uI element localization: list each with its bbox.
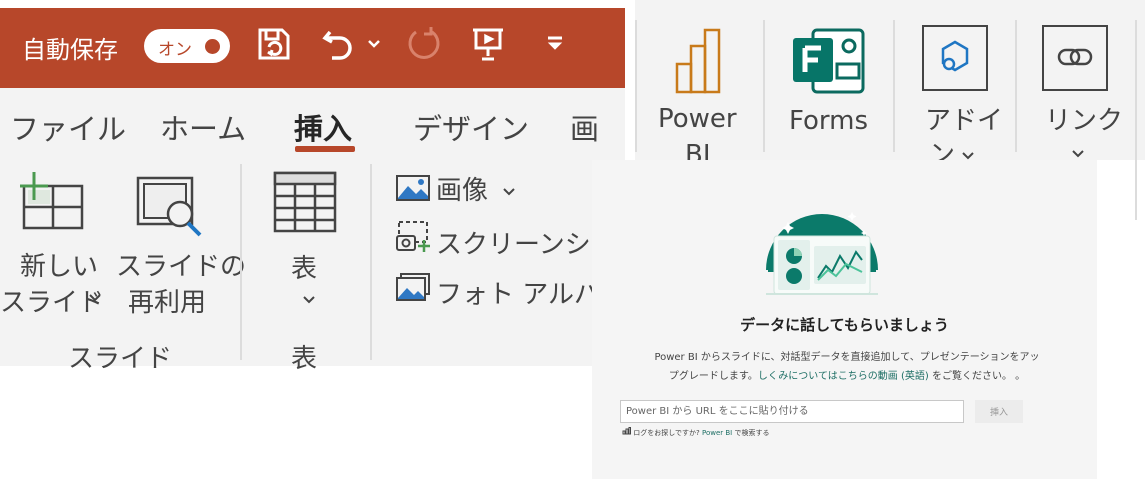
redo-icon [402, 24, 446, 64]
description-text: プグレードします。 [668, 371, 758, 382]
group-separator [763, 20, 765, 152]
customize-toolbar-icon[interactable] [542, 24, 568, 64]
group-separator [240, 164, 242, 360]
slides-group-label: スライド [68, 344, 173, 374]
save-icon[interactable] [252, 24, 296, 64]
group-separator [1135, 20, 1137, 220]
reuse-slides-label-1[interactable]: スライドの [116, 246, 246, 283]
search-hint: ログをお探しですか? Power BI で検索する [622, 427, 769, 438]
panel-gap [625, 0, 635, 160]
power-bi-url-input[interactable] [620, 400, 964, 423]
undo-dropdown-chevron-icon[interactable] [364, 24, 384, 64]
tab-file[interactable]: ファイル [10, 106, 126, 148]
power-bi-label-1[interactable]: Power [658, 104, 737, 134]
search-hint-text: ログをお探しですか? [633, 429, 700, 437]
new-slide-chevron-icon[interactable] [88, 288, 102, 307]
link-label[interactable]: リンク [1045, 100, 1123, 137]
reuse-slides-icon[interactable] [134, 174, 206, 240]
ribbon-body: 新しい スライド スライドの 再利用 スライド 表 表 画像 スクリーンショット… [0, 158, 669, 374]
tab-design[interactable]: デザイン [413, 106, 529, 148]
dialog-description: Power BI からスライドに、対話型データを直接追加して、プレゼンテーション… [622, 348, 1072, 386]
table-icon[interactable] [272, 170, 338, 234]
group-separator [893, 20, 895, 152]
image-chevron-icon[interactable] [502, 182, 516, 201]
table-chevron-icon[interactable] [302, 290, 316, 309]
power-bi-search-link[interactable]: Power BI [700, 429, 732, 437]
description-text-end: をご覧ください。 。 [928, 371, 1026, 382]
active-tab-indicator [295, 146, 355, 152]
new-slide-label-1[interactable]: 新しい [20, 246, 98, 283]
forms-label[interactable]: Forms [789, 106, 868, 136]
image-label[interactable]: 画像 [436, 170, 488, 207]
ribbon-tabs: ファイル ホーム 挿入 デザイン 画面 [0, 88, 625, 188]
search-hint-text-end: で検索する [732, 429, 770, 437]
forms-icon[interactable] [791, 28, 865, 98]
ribbon-right-panel: Power BI Forms アドイ ン リンク [625, 0, 1145, 220]
dialog-title: データに話してもらいましょう [740, 316, 949, 334]
undo-icon[interactable] [318, 24, 358, 64]
screenshot-icon[interactable] [395, 220, 431, 258]
toggle-knob [205, 39, 220, 54]
autosave-label: 自動保存 [22, 36, 118, 64]
video-link[interactable]: しくみについてはこちらの動画 (英語) [758, 371, 929, 382]
reuse-slides-label-2[interactable]: 再利用 [128, 282, 206, 319]
group-separator [370, 164, 372, 360]
toggle-state-label: オン [158, 40, 192, 60]
window-edge [0, 0, 640, 8]
search-hint-icon [622, 427, 633, 437]
description-line-1: Power BI からスライドに、対話型データを直接追加して、プレゼンテーション… [654, 352, 1040, 363]
power-bi-icon[interactable] [673, 28, 727, 98]
table-group-label: 表 [291, 344, 318, 374]
link-icon[interactable] [1041, 24, 1109, 96]
present-from-start-icon[interactable] [466, 24, 510, 64]
power-bi-dialog: データに話してもらいましょう Power BI からスライドに、対話型データを直… [592, 160, 1097, 479]
new-slide-icon[interactable] [16, 170, 88, 234]
tab-insert[interactable]: 挿入 [294, 106, 352, 148]
tab-home[interactable]: ホーム [160, 106, 246, 148]
add-ins-icon[interactable] [921, 24, 989, 96]
group-separator [635, 20, 637, 152]
autosave-toggle[interactable]: オン [144, 29, 230, 63]
insert-button[interactable]: 挿入 [975, 400, 1023, 423]
group-separator [1015, 20, 1017, 152]
image-icon[interactable] [395, 174, 431, 206]
data-story-illustration [766, 206, 878, 300]
table-label[interactable]: 表 [291, 248, 317, 285]
photo-album-icon[interactable] [395, 272, 431, 306]
add-ins-label-1[interactable]: アドイ [925, 100, 1003, 137]
title-bar: 自動保存 オン [0, 0, 640, 88]
description-line-2: プグレードします。しくみについてはこちらの動画 (英語) をご覧ください。 。 [622, 367, 1072, 386]
